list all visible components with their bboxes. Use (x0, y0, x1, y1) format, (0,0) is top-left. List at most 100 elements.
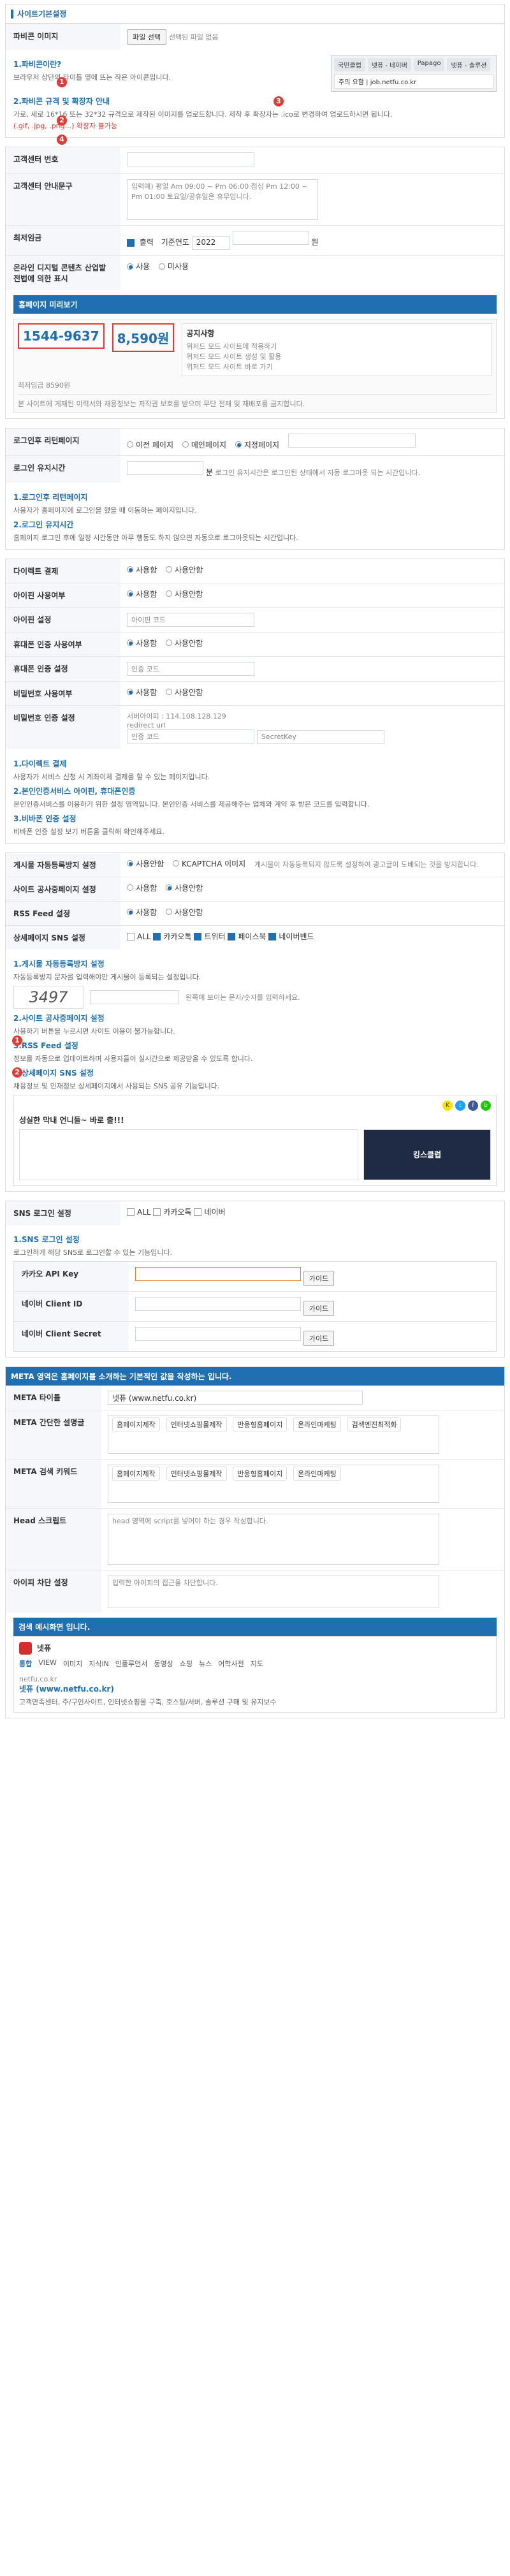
kakao-icon[interactable]: K (442, 1100, 453, 1111)
rss-use[interactable]: 사용함 (127, 907, 157, 918)
meta-desc-textarea[interactable]: 홈페이지제작 인터넷쇼핑몰제작 반응형홈페이지 온라인마케팅 검색엔진최적화 (108, 1415, 439, 1454)
annotation-1: 1 (12, 1035, 22, 1046)
share-all-checkbox[interactable] (127, 933, 135, 940)
share-band-checkbox[interactable] (268, 933, 277, 940)
ipin-set-content: 아이핀 코드 (120, 608, 504, 632)
captcha-input[interactable] (90, 990, 179, 1004)
login-help: 1.로그인후 리턴페이지 사용자가 홈페이지에 로그인을 했을 때 이동하는 페… (6, 483, 504, 549)
direct-pay-label: 다이렉트 결제 (6, 559, 120, 583)
radio-label: 사용안함 (174, 638, 203, 648)
pay-unuse-radio[interactable]: 미사용 (158, 261, 189, 272)
ipin-unuse-radio[interactable]: 사용안함 (165, 589, 203, 599)
public-content: 사용함 사용안함 (120, 877, 504, 901)
search-tab[interactable]: 이미지 (63, 1658, 82, 1669)
direct-pay-unuse[interactable]: 사용안함 (165, 564, 203, 575)
pw-auth-use-content: 사용함 사용안함 (120, 682, 504, 705)
pw-auth-use-radio[interactable]: 사용함 (127, 687, 157, 698)
meta-title-value: 넷퓨 (www.netfu.co.kr) (112, 1393, 197, 1403)
radio-dot (127, 884, 133, 891)
twitter-icon[interactable]: t (455, 1100, 465, 1111)
auto-reg-off[interactable]: 사용안함 (127, 858, 164, 869)
pw-auth-unuse-radio[interactable]: 사용안함 (165, 687, 203, 698)
share-twitter-checkbox[interactable] (194, 933, 202, 940)
search-tab[interactable]: 동영상 (154, 1658, 173, 1669)
phone-auth-use-radio[interactable]: 사용함 (127, 638, 157, 648)
ip-block-hint: 입력한 아이피의 접근을 차단합니다. (112, 1578, 218, 1587)
kakao-key-label: 카카오 API Key (14, 1261, 129, 1291)
secret-key-input[interactable]: SecretKey (256, 729, 384, 744)
login-help-title-1: 1.로그인후 리턴페이지 (13, 492, 88, 502)
pay-use-radio[interactable]: 사용 (127, 261, 150, 272)
meta-keywords-textarea[interactable]: 홈페이지제작 인터넷쇼핑몰제작 반응형홈페이지 온라인마케팅 (108, 1464, 439, 1503)
pay-content: 사용 미사용 (120, 256, 504, 290)
meta-title-content: 넷퓨 (www.netfu.co.kr) (101, 1386, 504, 1410)
radio-dot (127, 860, 133, 867)
share-kakao-checkbox[interactable] (153, 933, 161, 940)
sns-login-naver[interactable] (194, 1208, 202, 1216)
keep-input[interactable] (127, 460, 203, 475)
ipin-use-radio[interactable]: 사용함 (127, 589, 157, 599)
share-facebook-checkbox[interactable] (228, 933, 236, 940)
wage-output-checkbox[interactable] (127, 238, 135, 247)
radio-dot (127, 689, 133, 695)
head-script-textarea[interactable]: head 영역에 script를 넣어야 하는 경우 작성합니다. (108, 1513, 439, 1565)
ipin-code-input[interactable]: 아이핀 코드 (127, 612, 254, 627)
auth-code-input[interactable]: 인증 코드 (127, 729, 254, 743)
search-tab[interactable]: 어학사전 (218, 1658, 244, 1669)
preview-footer: 본 사이트에 게재된 이력서와 채용정보는 저작권 보호를 받으며 무단 전재 … (18, 400, 305, 408)
guide-button[interactable]: 가이드 (303, 1270, 335, 1286)
direct-pay-use[interactable]: 사용함 (127, 564, 157, 575)
search-tab[interactable]: 지식iN (89, 1658, 109, 1669)
search-tab[interactable]: VIEW (38, 1658, 57, 1669)
redirect-main-radio[interactable]: 메인페이지 (182, 439, 226, 450)
kakao-key-input[interactable] (135, 1266, 301, 1281)
checkbox-label: 카카오톡 (163, 932, 192, 941)
auth-help-title-3: 3.비바폰 인증 설정 (13, 814, 76, 823)
search-tab[interactable]: 뉴스 (199, 1658, 212, 1669)
auto-reg-captcha[interactable]: KCAPTCHA 이미지 (173, 858, 245, 869)
search-tab[interactable]: 쇼핑 (180, 1658, 193, 1669)
guide-textarea[interactable]: 입력예) 평일 Am 09:00 ~ Pm 06:00 점심 Pm 12:00 … (127, 179, 318, 220)
search-tab[interactable]: 통합 (19, 1658, 32, 1669)
phone-auth-unuse-radio[interactable]: 사용안함 (165, 638, 203, 648)
radio-label: 사용 (136, 262, 150, 271)
facebook-icon[interactable]: f (468, 1100, 478, 1111)
guide-button[interactable]: 가이드 (303, 1300, 335, 1316)
phone-input[interactable] (127, 152, 254, 166)
pay-label: 온라인 디지털 콘텐츠 산업발전법에 의한 표시 (6, 256, 120, 290)
search-tab[interactable]: 지도 (251, 1658, 263, 1669)
rss-unuse[interactable]: 사용안함 (165, 907, 203, 918)
redirect-url-input[interactable] (288, 434, 416, 448)
auto-reg-label: 게시물 자동등록방지 설정 (6, 853, 120, 877)
redirect-prev-radio[interactable]: 이전 페이지 (127, 439, 173, 450)
meta-title-input[interactable]: 넷퓨 (www.netfu.co.kr) (108, 1390, 363, 1405)
phone-auth-set-content: 인증 코드 (120, 657, 504, 681)
sns-login-all[interactable] (127, 1208, 135, 1216)
guide-button[interactable]: 가이드 (303, 1330, 335, 1346)
redirect-url-label: redirect url (127, 721, 166, 729)
auth-help-title-1: 1.다이렉트 결제 (13, 759, 67, 768)
public-unuse[interactable]: 사용안함 (165, 882, 203, 893)
favicon-upload-button[interactable]: 파일 선택 (127, 29, 166, 45)
phone-auth-code-input[interactable]: 인증 코드 (127, 661, 254, 676)
band-icon[interactable]: b (481, 1100, 491, 1111)
naver-id-input[interactable] (135, 1296, 301, 1311)
naver-secret-input[interactable] (135, 1326, 301, 1341)
result-title[interactable]: 넷퓨 (www.netfu.co.kr) (19, 1683, 491, 1694)
ip-block-textarea[interactable]: 입력한 아이피의 접근을 차단합니다. (108, 1575, 439, 1607)
rss-content: 사용함 사용안함 (120, 902, 504, 925)
sns-preview: K t f b 성실한 막내 언니들~ 바로 출!!! 킹스클럽 (13, 1094, 497, 1186)
radio-label: 사용안함 (174, 565, 203, 574)
keyword-chip: 반응형홈페이지 (233, 1466, 288, 1481)
sns-login-kakao[interactable] (153, 1208, 161, 1216)
favicon-help-title-1: 1.파비콘이란? (13, 60, 62, 69)
sns-login-label: SNS 로그인 설정 (6, 1201, 120, 1225)
search-tab[interactable]: 인플루언서 (115, 1658, 148, 1669)
keep-row: 로그인 유지시간 분 로그인 유지시간은 로그인된 상태에서 자동 로그아웃 되… (6, 455, 504, 483)
wage-value-input[interactable] (232, 231, 309, 245)
redirect-custom-radio[interactable]: 지정페이지 (235, 439, 279, 450)
wage-year-select[interactable]: 2022 (191, 236, 230, 250)
sns-help-desc-1: 자동등록방지 문자를 입력해야만 게시물이 등록되는 설정입니다. (13, 972, 201, 981)
public-use[interactable]: 사용함 (127, 882, 157, 893)
pw-auth-use-label: 비밀번호 사용여부 (6, 681, 120, 705)
